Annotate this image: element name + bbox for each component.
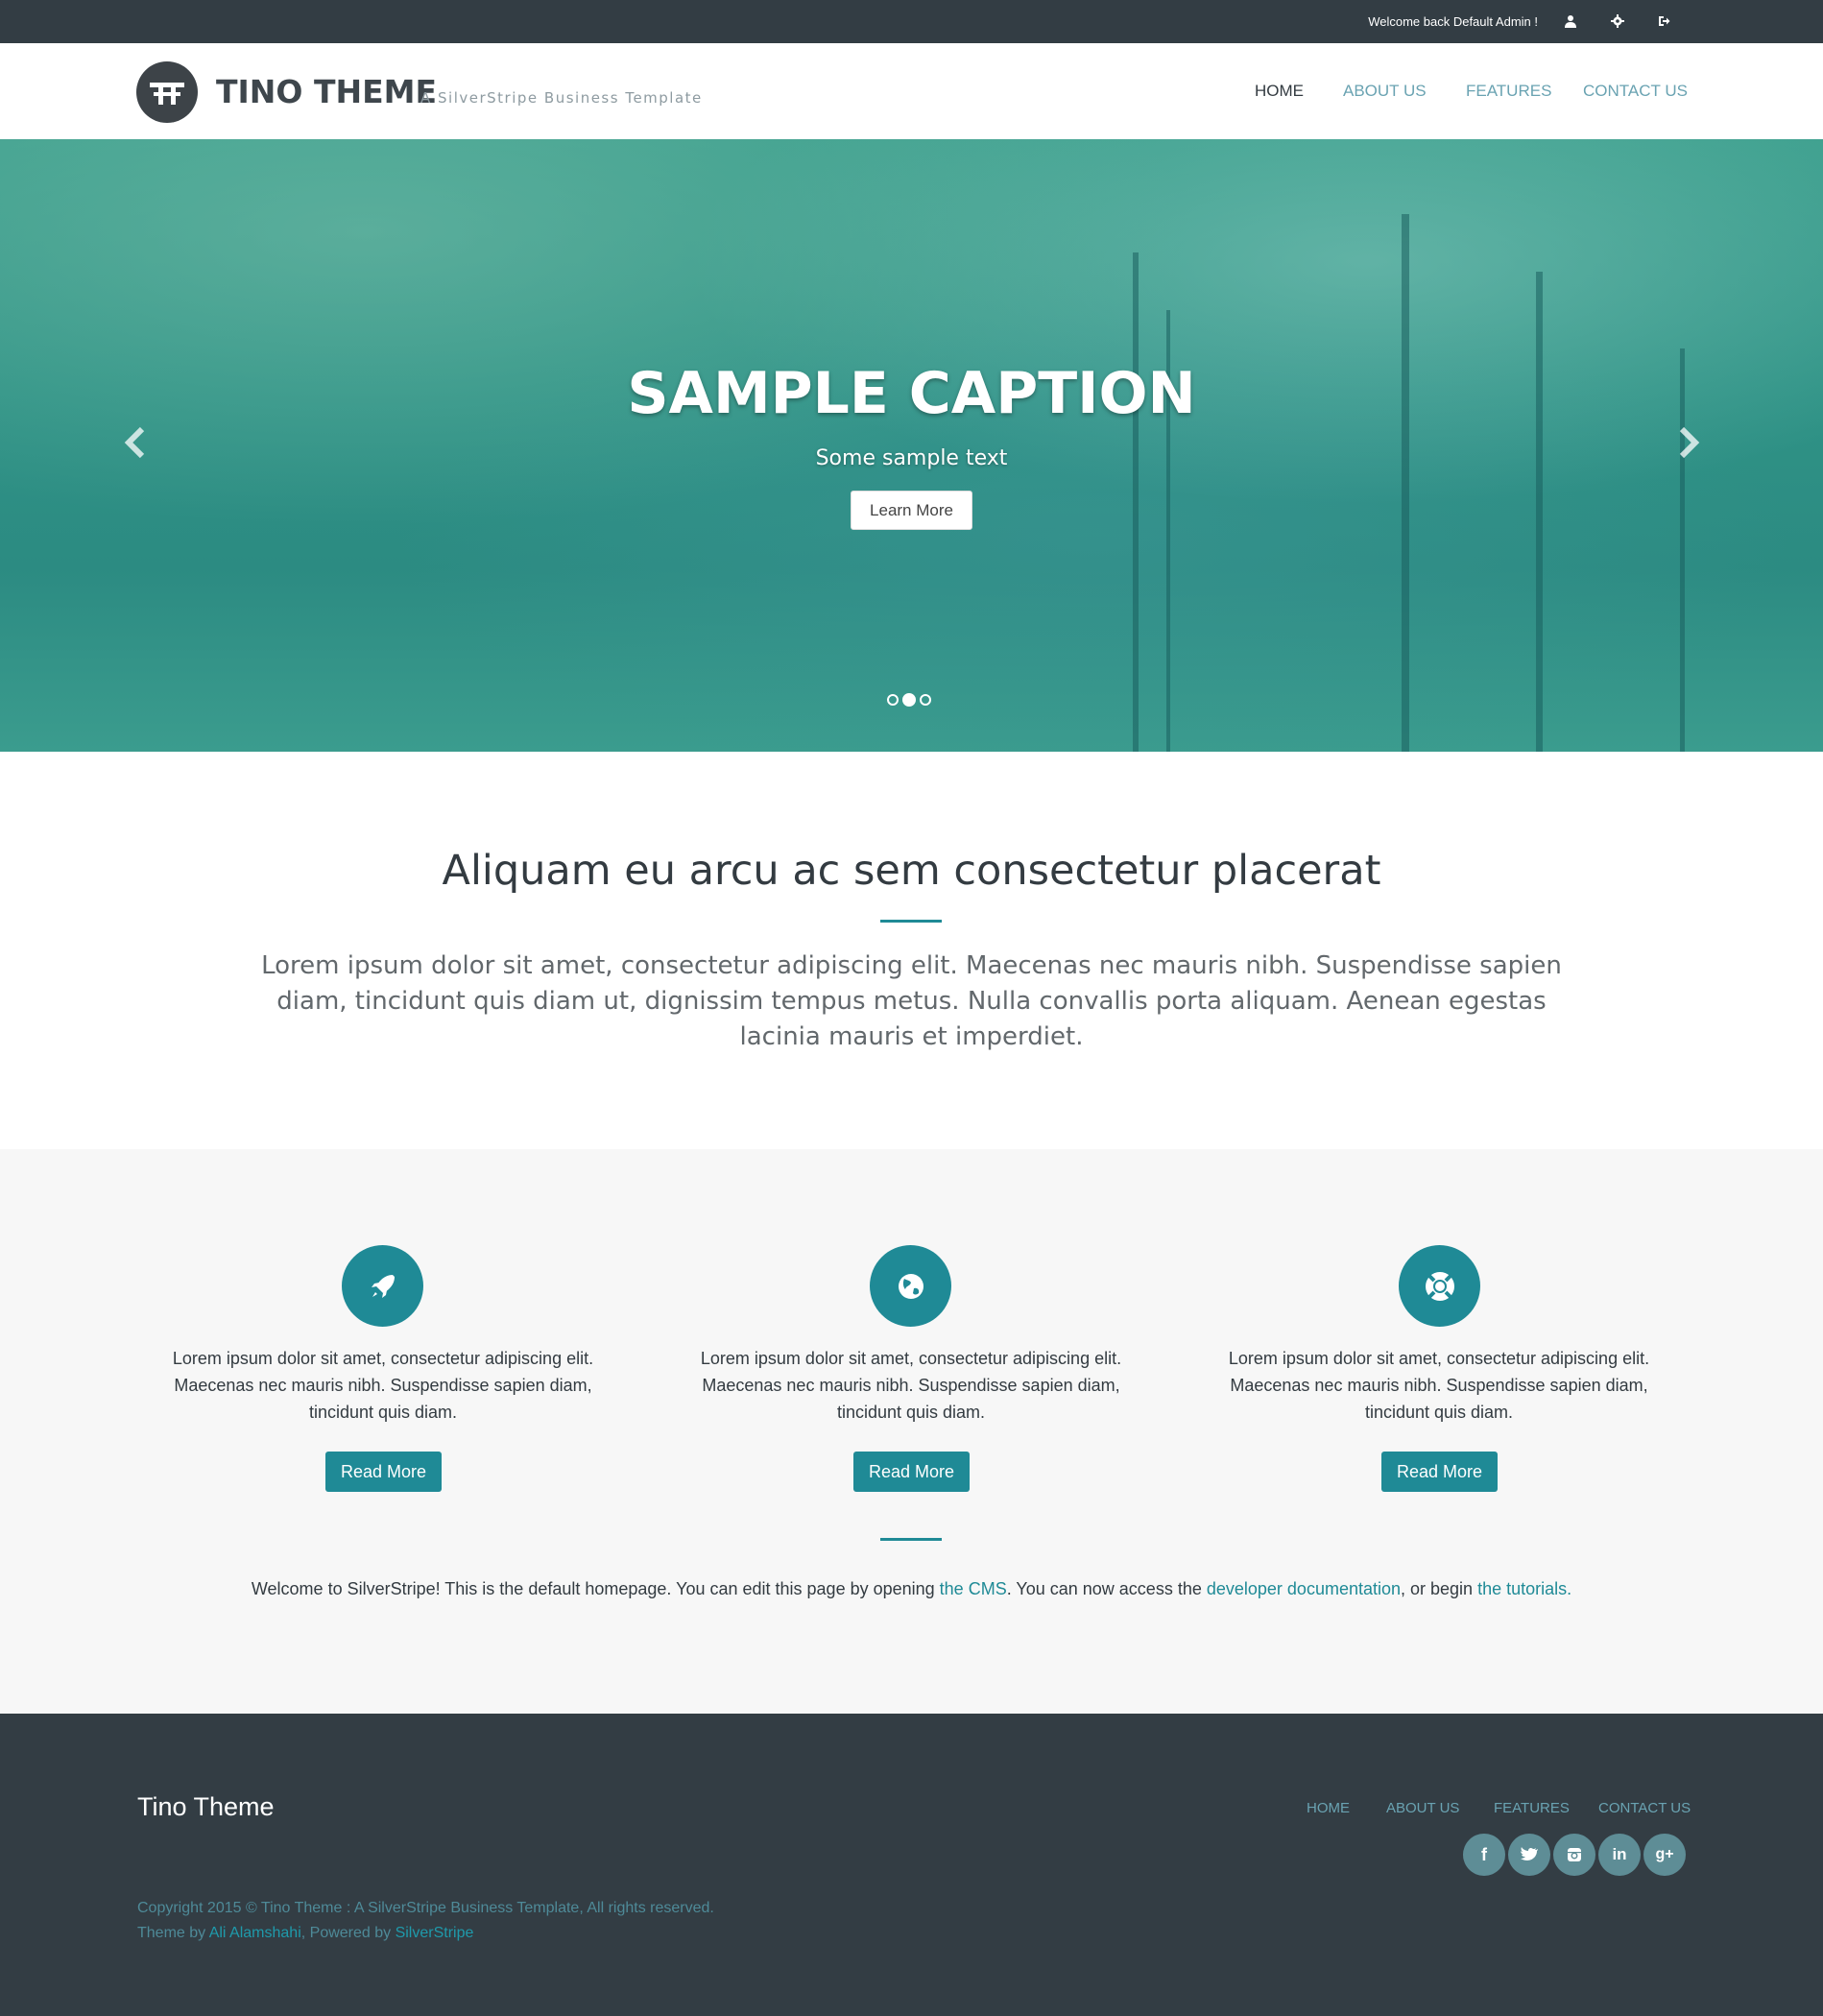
google-plus-icon[interactable]: g+ xyxy=(1643,1834,1686,1876)
welcome-text: Welcome to SilverStripe! This is the def… xyxy=(251,1579,940,1598)
hero-slider: SAMPLE CAPTION Some sample text Learn Mo… xyxy=(0,139,1823,752)
credits-line: Theme by Ali Alamshahi, Powered by Silve… xyxy=(137,1921,714,1946)
nav-home[interactable]: HOME xyxy=(1255,82,1304,101)
feature-text: Lorem ipsum dolor sit amet, consectetur … xyxy=(172,1349,594,1422)
lifebuoy-icon xyxy=(1399,1245,1480,1327)
facebook-icon[interactable]: f xyxy=(1463,1834,1505,1876)
read-more-button[interactable]: Read More xyxy=(325,1452,442,1492)
silverstripe-link[interactable]: SilverStripe xyxy=(396,1925,474,1941)
nav-about-us[interactable]: ABOUT US xyxy=(1343,82,1427,101)
site-footer: Tino Theme HOME ABOUT US FEATURES CONTAC… xyxy=(0,1714,1823,2016)
instagram-icon[interactable] xyxy=(1553,1834,1595,1876)
logo[interactable] xyxy=(136,61,198,123)
intro-text: Lorem ipsum dolor sit amet, consectetur … xyxy=(261,951,1562,1051)
hero-caption: SAMPLE CAPTION xyxy=(627,360,1196,427)
credits-text: , Powered by xyxy=(300,1925,396,1941)
hero-text: Some sample text xyxy=(815,446,1008,470)
rocket-icon xyxy=(342,1245,423,1327)
welcome-text: . You can now access the xyxy=(1006,1579,1207,1598)
brand-tagline: A SilverStripe Business Template xyxy=(420,89,703,107)
features-section: Lorem ipsum dolor sit amet, consectetur … xyxy=(0,1149,1823,1714)
slider-dot-2[interactable] xyxy=(902,693,916,707)
nav-features[interactable]: FEATURES xyxy=(1466,82,1551,101)
footer-nav-features[interactable]: FEATURES xyxy=(1494,1800,1570,1816)
footer-nav-contact-us[interactable]: CONTACT US xyxy=(1598,1800,1691,1816)
linkedin-icon[interactable]: in xyxy=(1598,1834,1641,1876)
welcome-message: Welcome back Default Admin ! xyxy=(1368,14,1538,29)
nav-contact-us[interactable]: CONTACT US xyxy=(1583,82,1688,101)
read-more-button[interactable]: Read More xyxy=(853,1452,970,1492)
slider-dot-3[interactable] xyxy=(920,694,931,706)
user-icon[interactable] xyxy=(1562,12,1579,30)
welcome-text: , or begin xyxy=(1401,1579,1478,1598)
read-more-button[interactable]: Read More xyxy=(1381,1452,1498,1492)
section-divider xyxy=(880,920,942,923)
logo-mark-icon xyxy=(150,83,184,105)
developer-docs-link[interactable]: developer documentation xyxy=(1207,1579,1401,1598)
hero-image-detail xyxy=(1402,214,1409,752)
credits-text: Theme by xyxy=(137,1925,209,1941)
slider-dot-1[interactable] xyxy=(887,694,899,706)
sign-out-icon[interactable] xyxy=(1655,12,1672,30)
hero-image-detail xyxy=(1133,252,1139,752)
brand-name[interactable]: TINO THEME xyxy=(216,73,437,110)
admin-bar: Welcome back Default Admin ! xyxy=(0,0,1823,43)
gear-icon[interactable] xyxy=(1609,12,1626,30)
copyright-block: Copyright 2015 © Tino Theme : A SilverSt… xyxy=(137,1896,714,1946)
hero-image-detail xyxy=(1536,272,1543,752)
tutorials-link[interactable]: the tutorials. xyxy=(1477,1579,1571,1598)
feature-text: Lorem ipsum dolor sit amet, consectetur … xyxy=(700,1349,1122,1422)
cms-link[interactable]: the CMS xyxy=(940,1579,1007,1598)
footer-nav-about-us[interactable]: ABOUT US xyxy=(1386,1800,1459,1816)
learn-more-button[interactable]: Learn More xyxy=(851,491,972,530)
copyright-text: Copyright 2015 © Tino Theme : A SilverSt… xyxy=(137,1900,714,1916)
footer-title: Tino Theme xyxy=(137,1792,275,1821)
intro-title: Aliquam eu arcu ac sem consectetur place… xyxy=(442,847,1381,895)
globe-icon xyxy=(870,1245,951,1327)
welcome-paragraph: Welcome to SilverStripe! This is the def… xyxy=(0,1579,1823,1599)
author-link[interactable]: Ali Alamshahi xyxy=(209,1925,301,1941)
feature-text: Lorem ipsum dolor sit amet, consectetur … xyxy=(1228,1349,1650,1422)
section-divider xyxy=(880,1538,942,1541)
footer-nav-home[interactable]: HOME xyxy=(1307,1800,1350,1816)
site-header: TINO THEME A SilverStripe Business Templ… xyxy=(0,43,1823,139)
slider-indicators xyxy=(887,693,931,707)
twitter-icon[interactable] xyxy=(1508,1834,1550,1876)
